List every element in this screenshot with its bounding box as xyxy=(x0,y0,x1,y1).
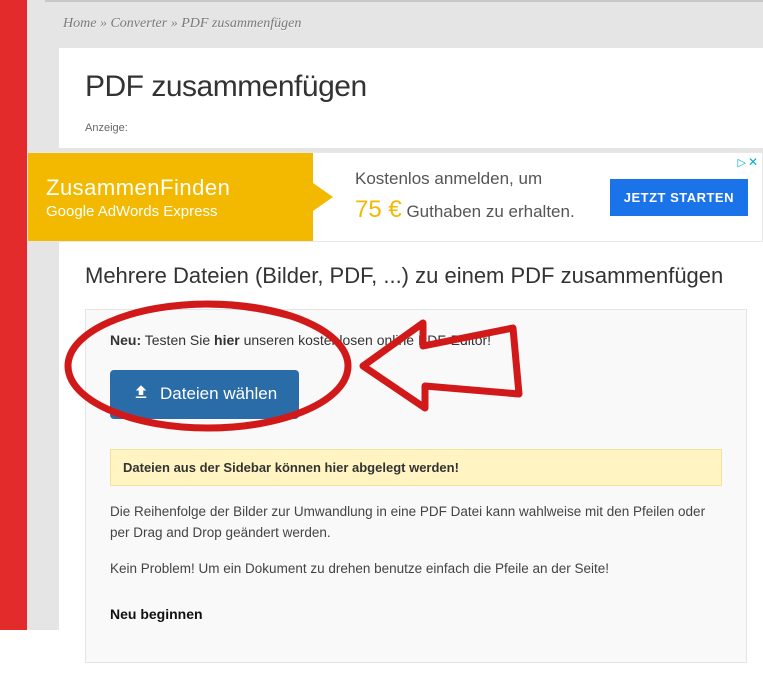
ad-body: Kostenlos anmelden, um 75 € Guthaben zu … xyxy=(313,153,610,241)
main-section: Mehrere Dateien (Bilder, PDF, ...) zu ei… xyxy=(59,242,763,693)
choose-files-label: Dateien wählen xyxy=(160,384,277,404)
adchoices-icon[interactable]: ▷ xyxy=(737,157,745,169)
ad-line1: Kostenlos anmelden, um xyxy=(355,166,610,192)
page-content: Home » Converter » PDF zusammenfügen PDF… xyxy=(27,0,763,630)
sidebar-stripe xyxy=(0,0,27,630)
reorder-info: Die Reihenfolge der Bilder zur Umwandlun… xyxy=(110,502,722,544)
upload-area: Neu: Testen Sie hier unseren kostenlosen… xyxy=(85,309,747,664)
neu-pre: Testen Sie xyxy=(141,332,214,348)
ad-label: Anzeige: xyxy=(85,122,763,134)
title-block: PDF zusammenfügen Anzeige: xyxy=(59,48,763,148)
breadcrumb-sep: » xyxy=(100,16,107,31)
neu-rest: unseren kostenlosen online PDF-Editor! xyxy=(240,332,491,348)
dropzone-hint[interactable]: Dateien aus der Sidebar können hier abge… xyxy=(110,449,722,486)
neu-label: Neu: xyxy=(110,332,141,348)
breadcrumb-sep: » xyxy=(171,16,178,31)
upload-icon xyxy=(132,383,150,406)
ad-price: 75 € xyxy=(355,196,402,223)
ad-line2: 75 € Guthaben zu erhalten. xyxy=(355,192,610,228)
breadcrumb-current: PDF zusammenfügen xyxy=(181,16,301,31)
ad-line2-rest: Guthaben zu erhalten. xyxy=(402,202,575,221)
ad-container: ZusammenFinden Google AdWords Express Ko… xyxy=(27,152,763,242)
breadcrumb-home[interactable]: Home xyxy=(63,16,96,31)
page-title: PDF zusammenfügen xyxy=(85,70,763,104)
adchoices[interactable]: ▷✕ xyxy=(737,155,758,169)
ad-title: ZusammenFinden xyxy=(46,175,313,201)
ad-subtitle: Google AdWords Express xyxy=(46,203,313,220)
breadcrumb: Home » Converter » PDF zusammenfügen xyxy=(27,2,763,46)
ad-banner[interactable]: ZusammenFinden Google AdWords Express Ko… xyxy=(27,152,763,242)
editor-promo: Neu: Testen Sie hier unseren kostenlosen… xyxy=(110,332,722,348)
breadcrumb-converter[interactable]: Converter xyxy=(110,16,167,31)
ad-subrest: AdWords Express xyxy=(94,203,217,220)
ad-close-icon[interactable]: ✕ xyxy=(748,155,758,169)
ad-cta-button[interactable]: JETZT STARTEN xyxy=(610,179,748,216)
rotate-info: Kein Problem! Um ein Dokument zu drehen … xyxy=(110,559,722,580)
restart-link[interactable]: Neu beginnen xyxy=(110,606,722,622)
choose-files-button[interactable]: Dateien wählen xyxy=(110,370,299,419)
ad-brand: Google xyxy=(46,203,94,220)
ad-left-panel: ZusammenFinden Google AdWords Express xyxy=(28,153,313,241)
editor-link[interactable]: hier xyxy=(214,332,240,348)
section-title: Mehrere Dateien (Bilder, PDF, ...) zu ei… xyxy=(85,262,747,291)
